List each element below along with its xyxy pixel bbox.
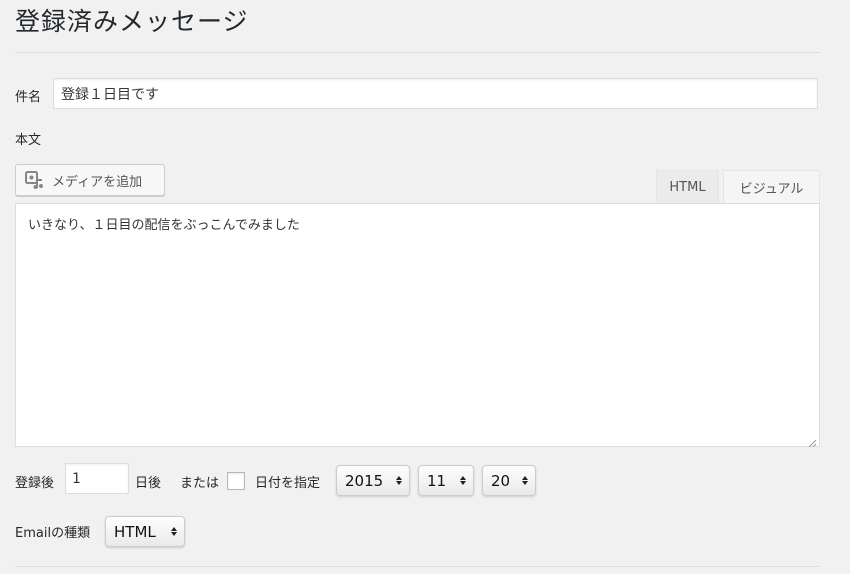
title-divider — [15, 52, 820, 53]
body-label: 本文 — [15, 133, 42, 148]
tab-html[interactable]: HTML — [656, 170, 719, 203]
specify-date-checkbox[interactable] — [227, 472, 245, 490]
month-value: 11 — [427, 471, 447, 490]
day-value: 20 — [491, 471, 511, 490]
add-media-button[interactable]: メディアを追加 — [15, 164, 165, 196]
updown-arrows-icon — [460, 476, 466, 485]
subject-label: 件名 — [15, 90, 42, 105]
days-unit-label: 日後 — [135, 476, 162, 491]
year-value: 2015 — [345, 471, 384, 490]
bottom-divider — [15, 566, 820, 567]
email-type-select[interactable]: HTML — [105, 516, 185, 547]
specify-date-label: 日付を指定 — [255, 476, 321, 491]
subject-input[interactable] — [53, 78, 818, 109]
days-input[interactable]: 1 — [65, 463, 129, 494]
or-label: または — [180, 476, 220, 491]
resize-grip-icon[interactable] — [808, 435, 817, 448]
message-body-editor[interactable]: いきなり、１日目の配信をぶっこんでみました — [15, 203, 820, 448]
updown-arrows-icon — [396, 476, 402, 485]
page-title: 登録済みメッセージ — [15, 7, 249, 36]
add-media-label: メディアを追加 — [52, 174, 143, 190]
day-select[interactable]: 20 — [482, 465, 536, 496]
email-type-label: Emailの種類 — [15, 526, 91, 541]
message-body-text: いきなり、１日目の配信をぶっこんでみました — [28, 218, 300, 233]
media-icon — [25, 171, 45, 189]
email-type-value: HTML — [114, 522, 156, 541]
year-select[interactable]: 2015 — [336, 465, 410, 496]
days-value: 1 — [72, 470, 81, 487]
month-select[interactable]: 11 — [418, 465, 474, 496]
after-registration-label: 登録後 — [15, 476, 55, 491]
updown-arrows-icon — [522, 476, 528, 485]
tab-visual[interactable]: ビジュアル — [723, 170, 820, 203]
updown-arrows-icon — [171, 527, 177, 536]
